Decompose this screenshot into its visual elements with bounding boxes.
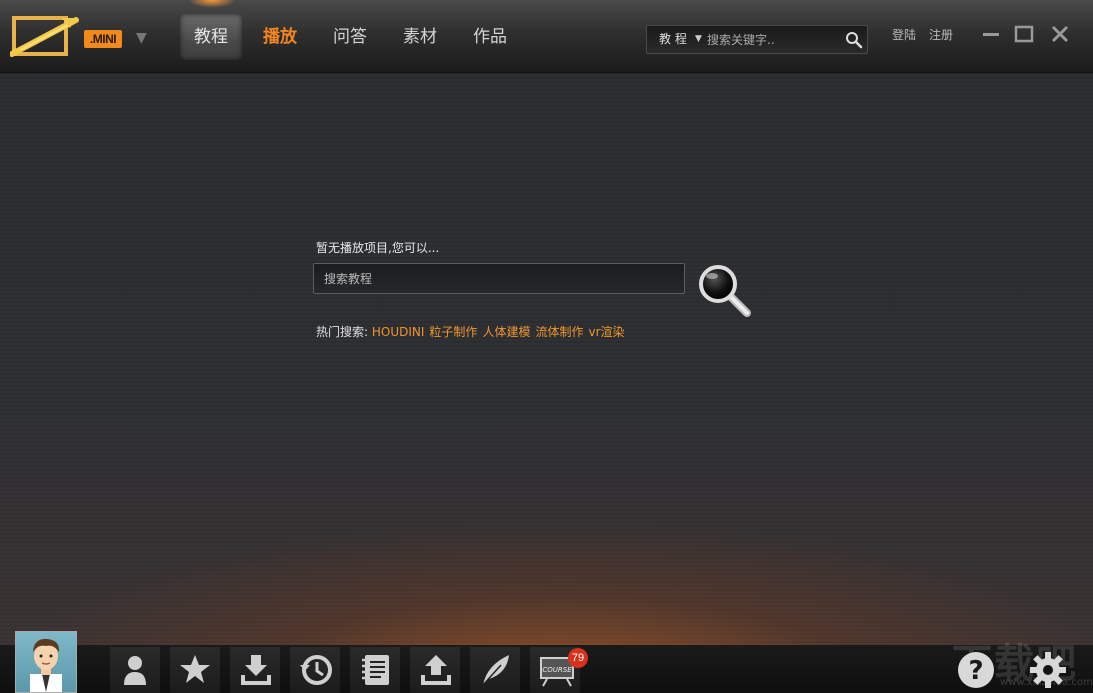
hot-search-link[interactable]: vr渲染 <box>588 325 624 339</box>
maximize-icon[interactable] <box>1012 22 1036 46</box>
history-icon <box>300 655 332 685</box>
tab-qa[interactable]: 问答 <box>322 14 378 60</box>
star-icon <box>180 655 210 683</box>
avatar-icon <box>30 638 62 692</box>
profile-button[interactable] <box>110 647 160 693</box>
playback-panel: 暂无播放项目,您可以... 热门搜索: HOUDINI 粒子制作人体建模流体制作 v… <box>0 73 1093 645</box>
upload-icon <box>421 655 451 685</box>
history-button[interactable] <box>290 647 340 693</box>
tab-playback[interactable]: 播放 <box>252 14 308 60</box>
title-bar: .MINI ▼ 教程 播放 问答 素材 作品 教 程 ▼ 登陆 注册 <box>0 0 1093 73</box>
svg-text:COURSE: COURSE <box>542 666 572 674</box>
notes-button[interactable] <box>350 647 400 693</box>
register-link[interactable]: 注册 <box>929 26 953 43</box>
chevron-down-icon[interactable]: ▼ <box>136 30 147 46</box>
avatar[interactable] <box>15 631 77 693</box>
caret-down-icon[interactable]: ▼ <box>695 26 702 53</box>
hot-search-row: 热门搜索: HOUDINI 粒子制作 人体建模 流体制作 vr渲染 <box>316 323 630 340</box>
tutorial-search-input[interactable] <box>313 263 685 294</box>
hot-search-link[interactable]: HOUDINI <box>372 325 425 339</box>
hot-search-label: 热门搜索: <box>316 325 369 339</box>
tab-tutorials[interactable]: 教程 <box>180 14 242 60</box>
hot-search-link[interactable]: 人体建模 <box>482 325 530 339</box>
user-icon <box>124 656 146 685</box>
gear-icon[interactable] <box>1028 650 1068 690</box>
header-search: 教 程 ▼ <box>646 25 868 54</box>
tab-glow <box>188 0 236 8</box>
upload-button[interactable] <box>410 647 460 693</box>
search-category-select[interactable]: 教 程 <box>659 26 687 53</box>
bottom-toolbar: COURSE 79 下载吧 www.xiazaiba.com ? <box>0 631 1093 693</box>
edition-badge: .MINI <box>84 30 122 48</box>
downloads-button[interactable] <box>230 647 280 693</box>
hot-search-link[interactable]: 流体制作 <box>535 325 583 339</box>
notebook-icon <box>362 655 389 685</box>
feather-icon <box>482 655 509 686</box>
svg-text:?: ? <box>968 656 983 686</box>
tab-works[interactable]: 作品 <box>462 14 518 60</box>
minimize-icon[interactable] <box>979 22 1003 46</box>
course-count-badge: 79 <box>568 648 588 668</box>
tab-materials[interactable]: 素材 <box>392 14 448 60</box>
search-icon[interactable] <box>845 31 863 49</box>
magnifier-search-icon[interactable] <box>697 263 753 319</box>
header-search-input[interactable] <box>707 29 837 50</box>
help-icon[interactable]: ? <box>956 650 996 690</box>
favorites-button[interactable] <box>170 647 220 693</box>
close-icon[interactable] <box>1048 22 1072 46</box>
login-link[interactable]: 登陆 <box>892 26 916 43</box>
app-logo[interactable] <box>10 14 80 58</box>
download-icon <box>241 655 271 685</box>
write-button[interactable] <box>470 647 520 693</box>
empty-state-message: 暂无播放项目,您可以... <box>316 241 440 255</box>
hot-search-link[interactable]: 粒子制作 <box>429 325 477 339</box>
